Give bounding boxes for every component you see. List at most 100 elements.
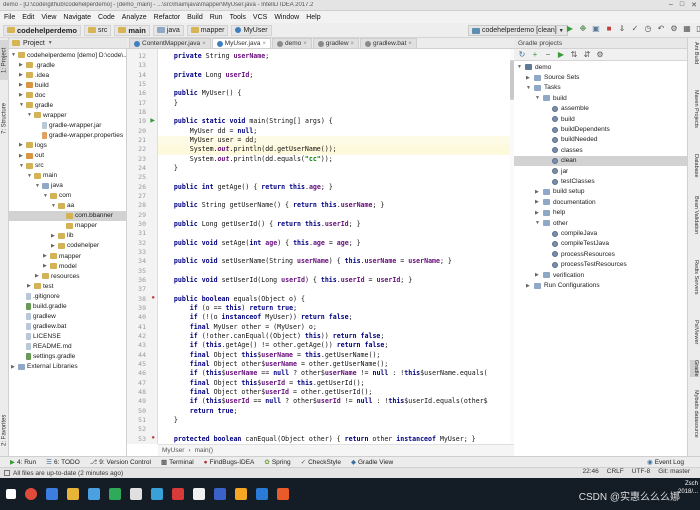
editor-tab[interactable]: ContentMapper.java × — [129, 38, 211, 48]
chevron-down-icon[interactable]: ▼ — [48, 40, 53, 46]
project-tree-item[interactable]: ▶ logs — [19, 140, 47, 150]
windows-start-icon[interactable] — [6, 489, 16, 499]
code-line[interactable]: MyUser user = dd; — [158, 135, 513, 146]
collapsed-arrow-icon[interactable]: ▶ — [535, 272, 540, 278]
tab-favorites[interactable]: 2: Favorites — [0, 408, 9, 452]
close-icon[interactable]: × — [202, 41, 206, 47]
project-tree-item[interactable]: ▶ .idea — [19, 70, 49, 80]
project-tree-item[interactable]: ▶ model — [43, 261, 77, 271]
code-line[interactable] — [158, 248, 513, 257]
code-editor[interactable]: private String userName; private Long us… — [158, 49, 514, 444]
collapsed-arrow-icon[interactable]: ▶ — [11, 364, 16, 370]
app-icon-2[interactable] — [46, 488, 58, 500]
collapsed-arrow-icon[interactable]: ▶ — [51, 243, 56, 249]
gradle-tree-item[interactable]: ▶ Source Sets — [526, 72, 579, 82]
settings-icon[interactable]: ⚙ — [670, 25, 678, 33]
project-tree-item[interactable]: ▼ aa — [51, 201, 74, 211]
project-tree-item[interactable]: ▼ com — [43, 191, 71, 201]
close-icon[interactable]: × — [262, 41, 266, 47]
collapsed-arrow-icon[interactable]: ▶ — [19, 92, 24, 98]
project-tree-item[interactable]: ▶ External Libraries — [11, 362, 78, 372]
gradle-task-item[interactable]: assemble — [544, 104, 589, 114]
folder-icon[interactable] — [67, 488, 79, 500]
tab-maven-projects[interactable]: Maven Projects — [690, 90, 699, 128]
code-line[interactable]: protected boolean canEqual(Object other)… — [158, 435, 513, 444]
code-line[interactable]: final Object other$userName = other.getU… — [158, 360, 513, 369]
menu-help[interactable]: Help — [306, 14, 320, 21]
expanded-arrow-icon[interactable]: ▼ — [11, 52, 16, 58]
project-tree-item[interactable]: ▼ wrapper — [27, 110, 66, 120]
code-line[interactable]: } — [158, 416, 513, 425]
expanded-arrow-icon[interactable]: ▼ — [526, 85, 531, 91]
gradle-task-item[interactable]: build — [544, 114, 575, 124]
code-line[interactable]: return true; — [158, 407, 513, 416]
menu-code[interactable]: Code — [98, 14, 115, 21]
code-line[interactable]: if (o == this) return true; — [158, 304, 513, 313]
menu-analyze[interactable]: Analyze — [122, 14, 147, 21]
code-line[interactable]: if (this$userName == null ? other$userNa… — [158, 369, 513, 378]
gradle-tree-item[interactable]: ▼ demo — [517, 62, 551, 72]
breadcrumb-mapper[interactable]: mapper — [186, 24, 229, 36]
code-line[interactable] — [158, 211, 513, 220]
editor-tab[interactable]: MyUser.java × — [211, 38, 271, 48]
tab-mybatis-datasource[interactable]: Mybatis datasource — [690, 390, 699, 438]
code-line[interactable]: if (!other.canEqual((Object) this)) retu… — [158, 332, 513, 341]
code-line[interactable]: public MyUser() { — [158, 89, 513, 98]
menu-tools[interactable]: Tools — [230, 14, 246, 21]
collapsed-arrow-icon[interactable]: ▶ — [43, 253, 48, 259]
remove-icon[interactable]: − — [544, 50, 552, 59]
tab-ant-build[interactable]: Ant Build — [690, 42, 699, 64]
gradle-task-item[interactable]: testClasses — [544, 176, 595, 186]
menu-file[interactable]: File — [4, 14, 15, 21]
expanded-arrow-icon[interactable]: ▼ — [43, 193, 48, 199]
project-tree-item[interactable]: settings.gradle — [19, 352, 75, 362]
project-tree-item[interactable]: ▼ src — [19, 161, 44, 171]
app-icon-6[interactable] — [172, 488, 184, 500]
maximize-icon[interactable]: □ — [680, 1, 684, 9]
editor-breadcrumb-method[interactable]: main() — [195, 447, 213, 454]
intellij-icon[interactable] — [277, 488, 289, 500]
app-icon-5[interactable] — [151, 488, 163, 500]
minimize-icon[interactable]: – — [669, 1, 673, 9]
project-tree-item[interactable]: ▼ main — [27, 171, 57, 181]
collapsed-arrow-icon[interactable]: ▶ — [526, 283, 531, 289]
gradle-tree-item[interactable]: ▶ help — [535, 208, 565, 218]
breadcrumb-src[interactable]: src — [84, 24, 112, 36]
run-configuration-selector[interactable]: codehelperdemo [clean] ▼ — [468, 25, 568, 36]
menu-run[interactable]: Run — [210, 14, 223, 21]
app-icon-9[interactable] — [235, 488, 247, 500]
code-line[interactable]: public static void main(String[] args) { — [158, 117, 513, 126]
collapsed-arrow-icon[interactable]: ▶ — [535, 199, 540, 205]
collapse-all-icon[interactable]: ⇵ — [583, 50, 591, 59]
collapsed-arrow-icon[interactable]: ▶ — [535, 189, 540, 195]
code-line[interactable]: private String userName; — [158, 52, 513, 61]
collapsed-arrow-icon[interactable]: ▶ — [19, 72, 24, 78]
coverage-icon[interactable]: ▣ — [592, 25, 600, 33]
override-gutter-icon[interactable]: ● — [151, 435, 155, 441]
code-line[interactable]: System.out.println(dd.getUserName()); — [158, 145, 513, 155]
gradle-tree-item[interactable]: ▶ verification — [535, 270, 584, 280]
expanded-arrow-icon[interactable]: ▼ — [27, 112, 32, 118]
tool-event-log[interactable]: ◉ Event Log — [647, 458, 684, 467]
code-line[interactable] — [158, 425, 513, 434]
code-line[interactable]: System.out.println(dd.equals("cc")); — [158, 155, 513, 164]
project-tree-item[interactable]: build.gradle — [19, 301, 67, 311]
code-line[interactable]: if (this$userId == null ? other$userId !… — [158, 397, 513, 406]
menu-edit[interactable]: Edit — [22, 14, 34, 21]
file-encoding[interactable]: UTF-8 — [632, 468, 650, 475]
tab-project[interactable]: 1: Project — [0, 40, 9, 80]
tool-todo[interactable]: ☰ 6: TODO — [46, 458, 80, 467]
project-tree-item[interactable]: LICENSE — [19, 331, 61, 341]
gradle-task-item[interactable]: processResources — [544, 249, 615, 259]
code-line[interactable]: public Long getUserId() { return this.us… — [158, 220, 513, 229]
gradle-task-item[interactable]: jar — [544, 166, 568, 176]
expanded-arrow-icon[interactable]: ▼ — [35, 183, 40, 189]
close-icon[interactable]: ✕ — [691, 1, 697, 9]
tray-clock[interactable]: Zsch 2018/... — [678, 480, 698, 496]
code-line[interactable]: final Object this$userId = this.getUserI… — [158, 379, 513, 388]
code-line[interactable]: if (this.getAge() != other.getAge()) ret… — [158, 341, 513, 350]
collapsed-arrow-icon[interactable]: ▶ — [535, 210, 540, 216]
caret-position[interactable]: 22:46 — [583, 468, 599, 475]
app-icon-8[interactable] — [214, 488, 226, 500]
code-line[interactable]: if (!(o instanceof MyUser)) return false… — [158, 313, 513, 322]
